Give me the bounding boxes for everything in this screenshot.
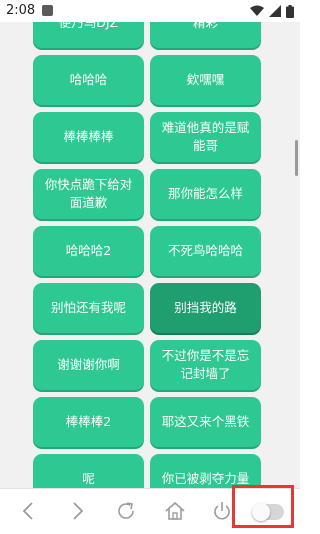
sound-button[interactable]: 别怕还有我呢 [33, 283, 144, 333]
sound-button-grid: 便乃乌DJZ 精彩 哈哈哈 欸嘿嘿 棒棒棒棒 难道他真的是赋能哥 你快点跪下给对面道歉 那你能… [33, 22, 261, 488]
refresh-icon[interactable] [112, 497, 140, 525]
button-row: 棒棒棒2 耶这又来个黑铁 [33, 395, 261, 452]
sound-button[interactable]: 便乃乌DJZ [33, 22, 144, 48]
sound-button[interactable]: 耶这又来个黑铁 [150, 397, 261, 447]
button-row: 哈哈哈 欸嘿嘿 [33, 53, 261, 110]
sound-button[interactable]: 别挡我的路 [150, 283, 261, 333]
sound-button[interactable]: 呢 [33, 454, 144, 488]
status-time: 2:08 [6, 3, 36, 18]
button-row: 便乃乌DJZ 精彩 [33, 22, 261, 53]
sound-button[interactable]: 那你能怎么样 [150, 169, 261, 219]
sound-button[interactable]: 你已被剥夺力量 [150, 454, 261, 488]
button-row: 棒棒棒棒 难道他真的是赋能哥 [33, 110, 261, 167]
button-row: 哈哈哈2 不死鸟哈哈哈 [33, 224, 261, 281]
button-row: 别怕还有我呢 别挡我的路 [33, 281, 261, 338]
sound-button[interactable]: 难道他真的是赋能哥 [150, 112, 261, 162]
signal-icon [269, 5, 281, 17]
sound-button[interactable]: 不过你是不是忘记封墙了 [150, 340, 261, 390]
sound-button[interactable]: 精彩 [150, 22, 261, 48]
button-row: 谢谢谢你啊 不过你是不是忘记封墙了 [33, 338, 261, 395]
button-row: 你快点跪下给对面道歉 那你能怎么样 [33, 167, 261, 224]
sound-button[interactable]: 棒棒棒棒 [33, 112, 144, 162]
highlight-box [232, 485, 294, 528]
button-row: 呢你已被剥夺力量 [33, 452, 261, 488]
battery-icon [286, 4, 294, 18]
sound-button[interactable]: 哈哈哈2 [33, 226, 144, 276]
home-icon[interactable] [161, 497, 189, 525]
notification-icon [42, 5, 53, 16]
back-icon[interactable] [15, 497, 43, 525]
sound-button[interactable]: 不死鸟哈哈哈 [150, 226, 261, 276]
status-bar: 2:08 [0, 0, 300, 22]
wifi-icon [250, 5, 264, 16]
button-scroll-area[interactable]: 便乃乌DJZ 精彩 哈哈哈 欸嘿嘿 棒棒棒棒 难道他真的是赋能哥 你快点跪下给对面道歉 那你能… [0, 22, 300, 488]
sound-button[interactable]: 欸嘿嘿 [150, 55, 261, 105]
sound-button[interactable]: 谢谢谢你啊 [33, 340, 144, 390]
sound-button[interactable]: 棒棒棒2 [33, 397, 144, 447]
sound-button[interactable]: 哈哈哈 [33, 55, 144, 105]
sound-button[interactable]: 你快点跪下给对面道歉 [33, 169, 144, 219]
scrollbar[interactable] [295, 140, 298, 176]
forward-icon[interactable] [63, 497, 91, 525]
